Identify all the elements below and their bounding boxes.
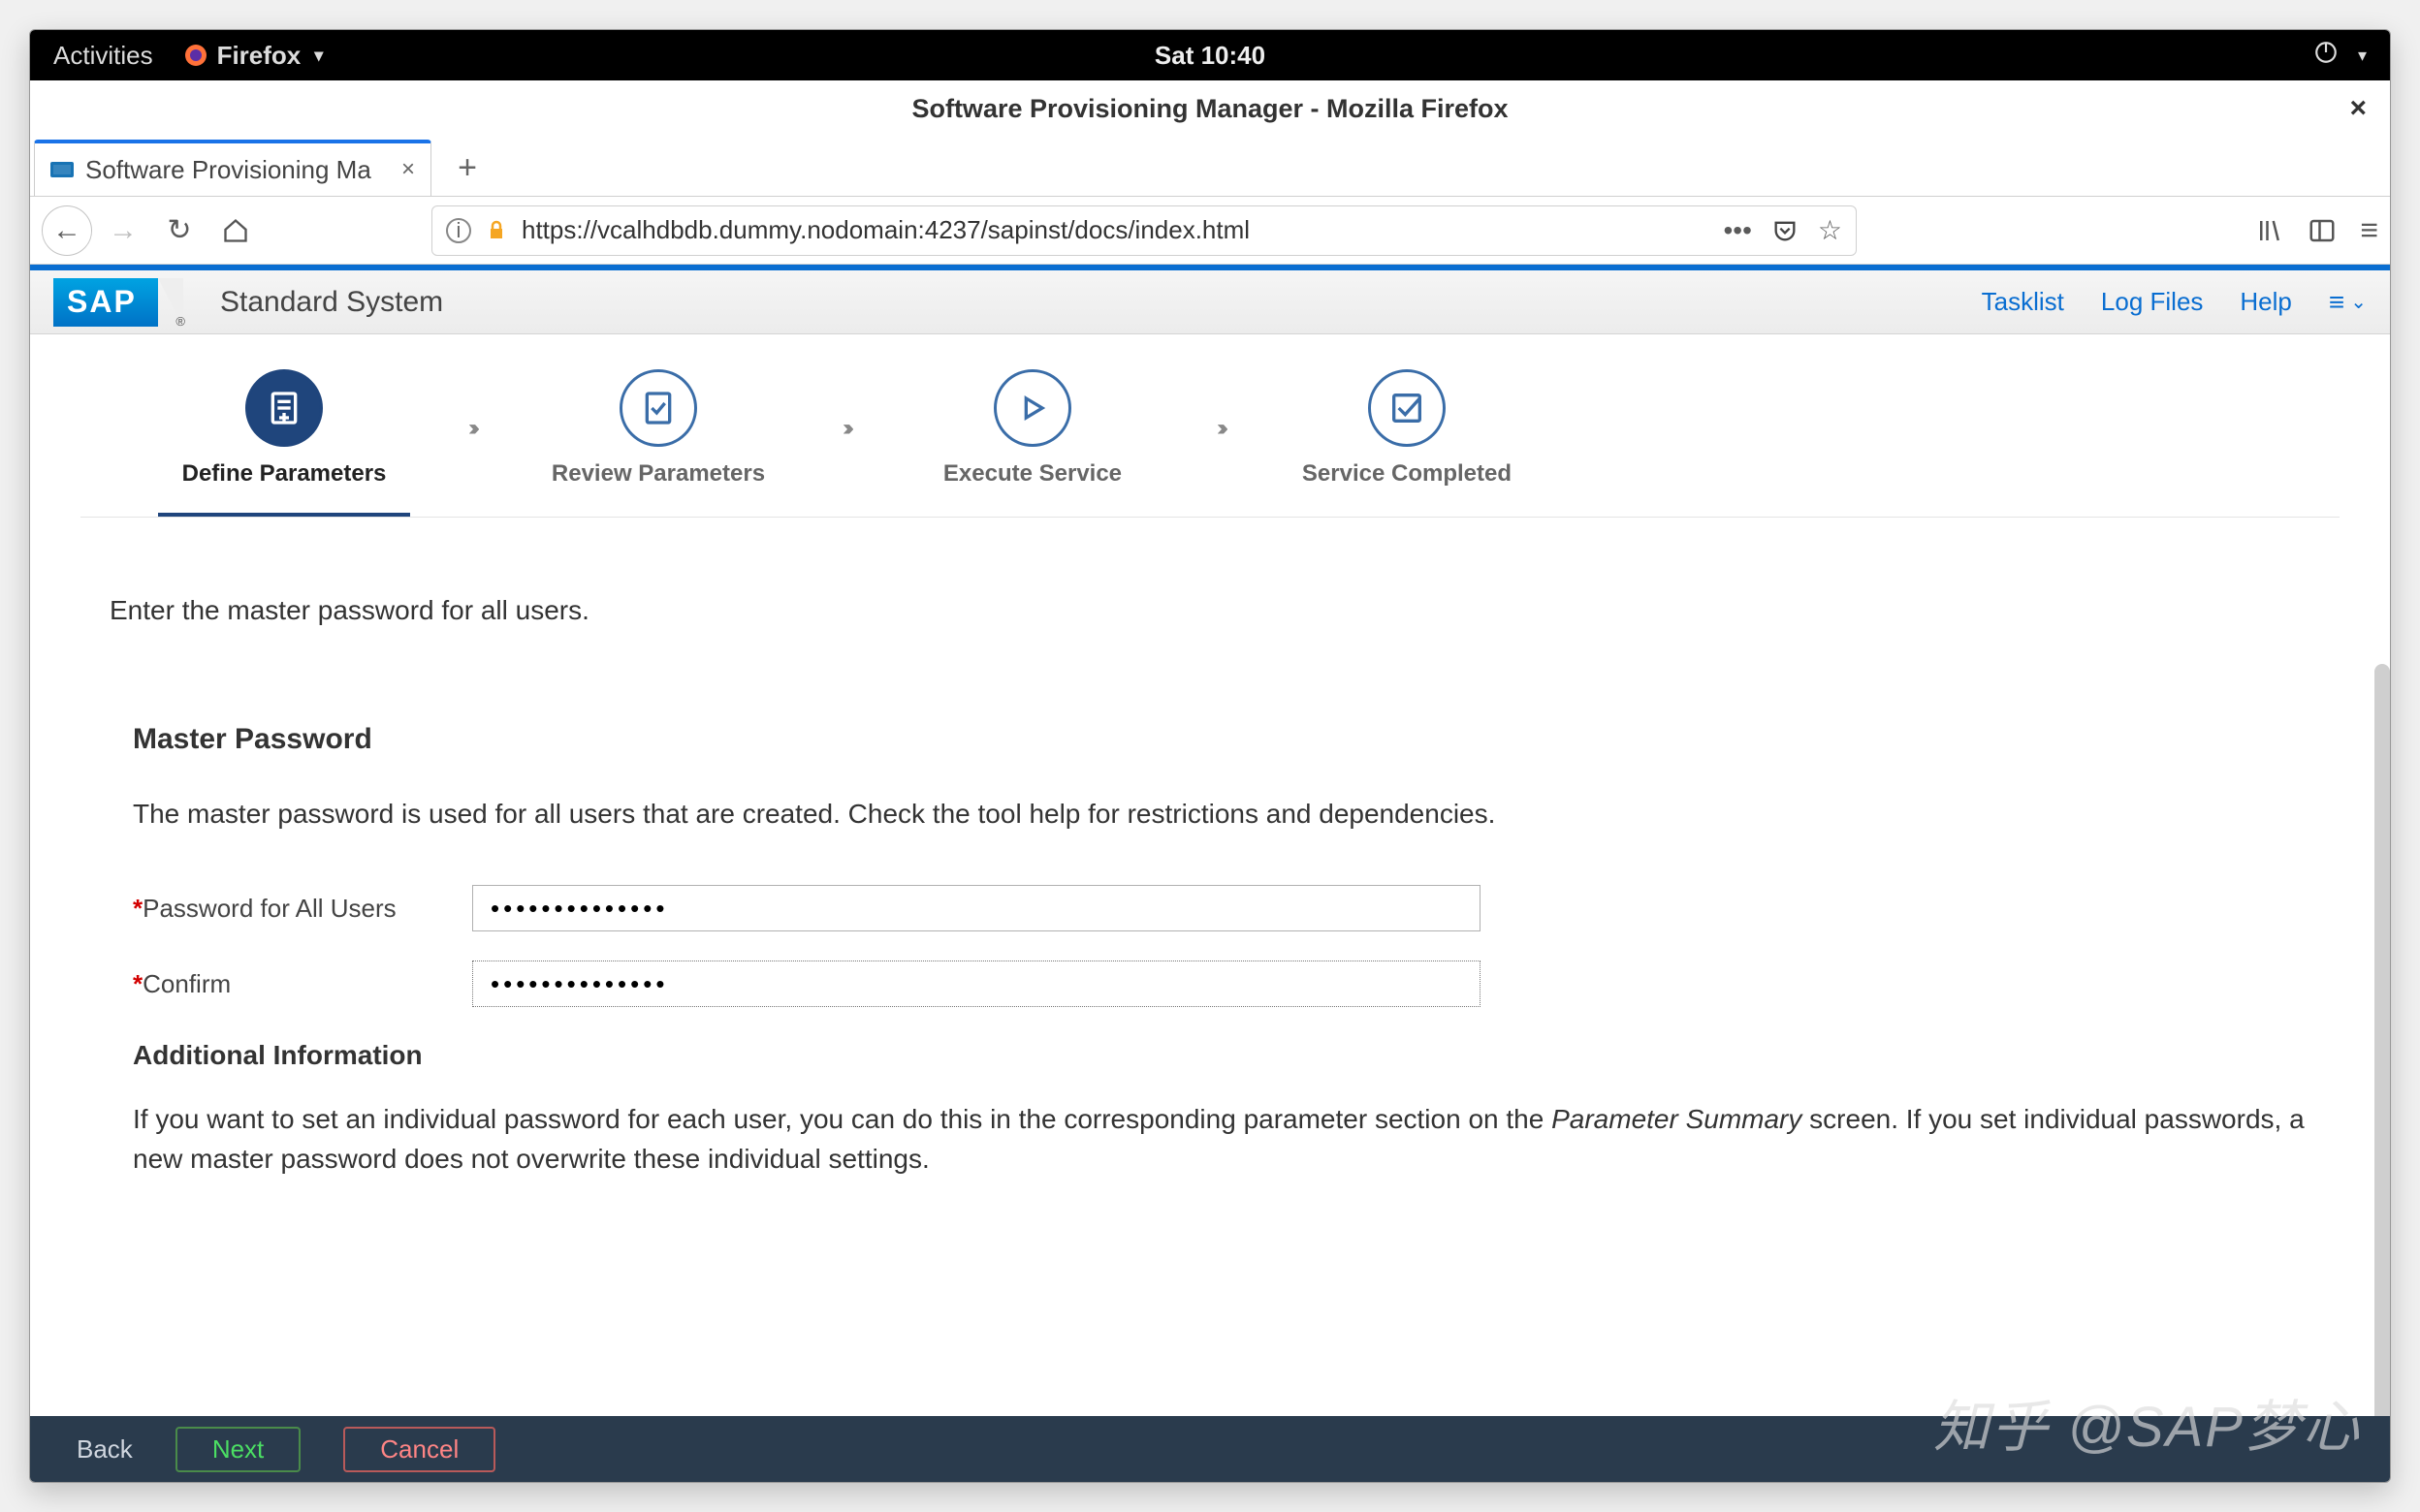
firefox-icon [184, 44, 207, 67]
site-info-icon[interactable]: i [446, 218, 471, 243]
wizard-step-label: Define Parameters [182, 460, 387, 488]
document-icon [245, 369, 323, 447]
content-scrollbar[interactable] [2374, 664, 2390, 1459]
form-area: Enter the master password for all users.… [80, 518, 2340, 1208]
review-icon [620, 369, 697, 447]
window-close-button[interactable]: × [2349, 92, 2367, 125]
system-menu-caret-icon[interactable]: ▾ [2358, 46, 2367, 66]
wizard-step-define[interactable]: Define Parameters [158, 369, 410, 517]
clock[interactable]: Sat 10:40 [1155, 41, 1265, 71]
footer-wrap: Back Next Cancel 知乎 @SAP梦心 [30, 1416, 2390, 1482]
app-menu-label: Firefox [217, 41, 302, 71]
additional-info-text: If you want to set an individual passwor… [133, 1100, 2310, 1179]
section-title: Master Password [133, 723, 2310, 756]
field-label-password: *Password for All Users [133, 894, 472, 924]
wizard-step-completed[interactable]: Service Completed [1281, 369, 1533, 488]
reload-button[interactable]: ↻ [154, 205, 205, 256]
tab-favicon-icon [50, 162, 74, 177]
app-menu-button[interactable]: ≡ [2360, 212, 2378, 248]
gnome-top-bar: Activities Firefox ▾ Sat 10:40 ▾ [30, 30, 2390, 80]
field-row-confirm: *Confirm [133, 961, 2310, 1007]
power-icon[interactable] [2313, 40, 2339, 72]
bookmark-star-icon[interactable]: ☆ [1818, 214, 1842, 246]
new-tab-button[interactable]: + [439, 140, 495, 196]
link-tasklist[interactable]: Tasklist [1982, 287, 2064, 317]
check-icon [1368, 369, 1446, 447]
wizard-step-label: Review Parameters [552, 460, 765, 488]
wizard-step-review[interactable]: Review Parameters [532, 369, 784, 488]
page-actions-icon[interactable]: ••• [1723, 215, 1751, 246]
next-button[interactable]: Next [175, 1427, 301, 1472]
url-bar[interactable]: i https://vcalhdbdb.dummy.nodomain:4237/… [431, 205, 1857, 256]
sap-header: SAP ® Standard System Tasklist Log Files… [30, 270, 2390, 334]
sap-content: Define Parameters ››› Review Parameters … [30, 334, 2390, 1416]
sap-menu-button[interactable]: ≡⌄ [2329, 287, 2367, 318]
link-logfiles[interactable]: Log Files [2101, 287, 2204, 317]
back-button[interactable]: ← [42, 205, 92, 256]
activities-button[interactable]: Activities [53, 41, 153, 71]
wizard-step-execute[interactable]: Execute Service [907, 369, 1159, 488]
tab-close-button[interactable]: × [401, 156, 415, 183]
caret-down-icon: ▾ [314, 46, 323, 66]
tab-strip: Software Provisioning Ma × + [30, 137, 2390, 197]
chevrons-icon: ››› [1217, 415, 1223, 442]
additional-info-title: Additional Information [133, 1040, 2310, 1071]
window-titlebar: Software Provisioning Manager - Mozilla … [30, 80, 2390, 137]
app-menu[interactable]: Firefox ▾ [184, 41, 324, 71]
browser-toolbar: ← → ↻ i https://vcalhdbdb.dummy.nodomain… [30, 197, 2390, 265]
play-icon [994, 369, 1071, 447]
section-desc: The master password is used for all user… [133, 795, 2310, 833]
wizard-step-label: Service Completed [1302, 460, 1512, 488]
sap-footer: Back Next Cancel [30, 1416, 2390, 1482]
wizard-step-label: Execute Service [943, 460, 1122, 488]
lock-warning-icon [485, 219, 508, 242]
confirm-input[interactable] [472, 961, 1481, 1007]
chevrons-icon: ››› [468, 415, 474, 442]
product-title: Standard System [220, 286, 443, 319]
pocket-icon[interactable] [1771, 217, 1799, 244]
back-link[interactable]: Back [77, 1434, 133, 1465]
url-text: https://vcalhdbdb.dummy.nodomain:4237/sa… [522, 215, 1709, 245]
sap-logo: SAP ® [53, 278, 179, 327]
password-input[interactable] [472, 885, 1481, 931]
browser-tab[interactable]: Software Provisioning Ma × [34, 140, 431, 196]
field-label-confirm: *Confirm [133, 969, 472, 999]
library-icon[interactable] [2255, 216, 2284, 245]
sidebar-icon[interactable] [2308, 216, 2337, 245]
form-lead-text: Enter the master password for all users. [110, 595, 2310, 626]
tab-title: Software Provisioning Ma [85, 155, 371, 185]
link-help[interactable]: Help [2240, 287, 2291, 317]
forward-button[interactable]: → [98, 205, 148, 256]
chevrons-icon: ››› [843, 415, 848, 442]
wizard-steps: Define Parameters ››› Review Parameters … [80, 334, 2340, 518]
home-button[interactable] [210, 205, 261, 256]
field-row-password: *Password for All Users [133, 885, 2310, 931]
cancel-button[interactable]: Cancel [343, 1427, 495, 1472]
window-title: Software Provisioning Manager - Mozilla … [911, 94, 1508, 124]
